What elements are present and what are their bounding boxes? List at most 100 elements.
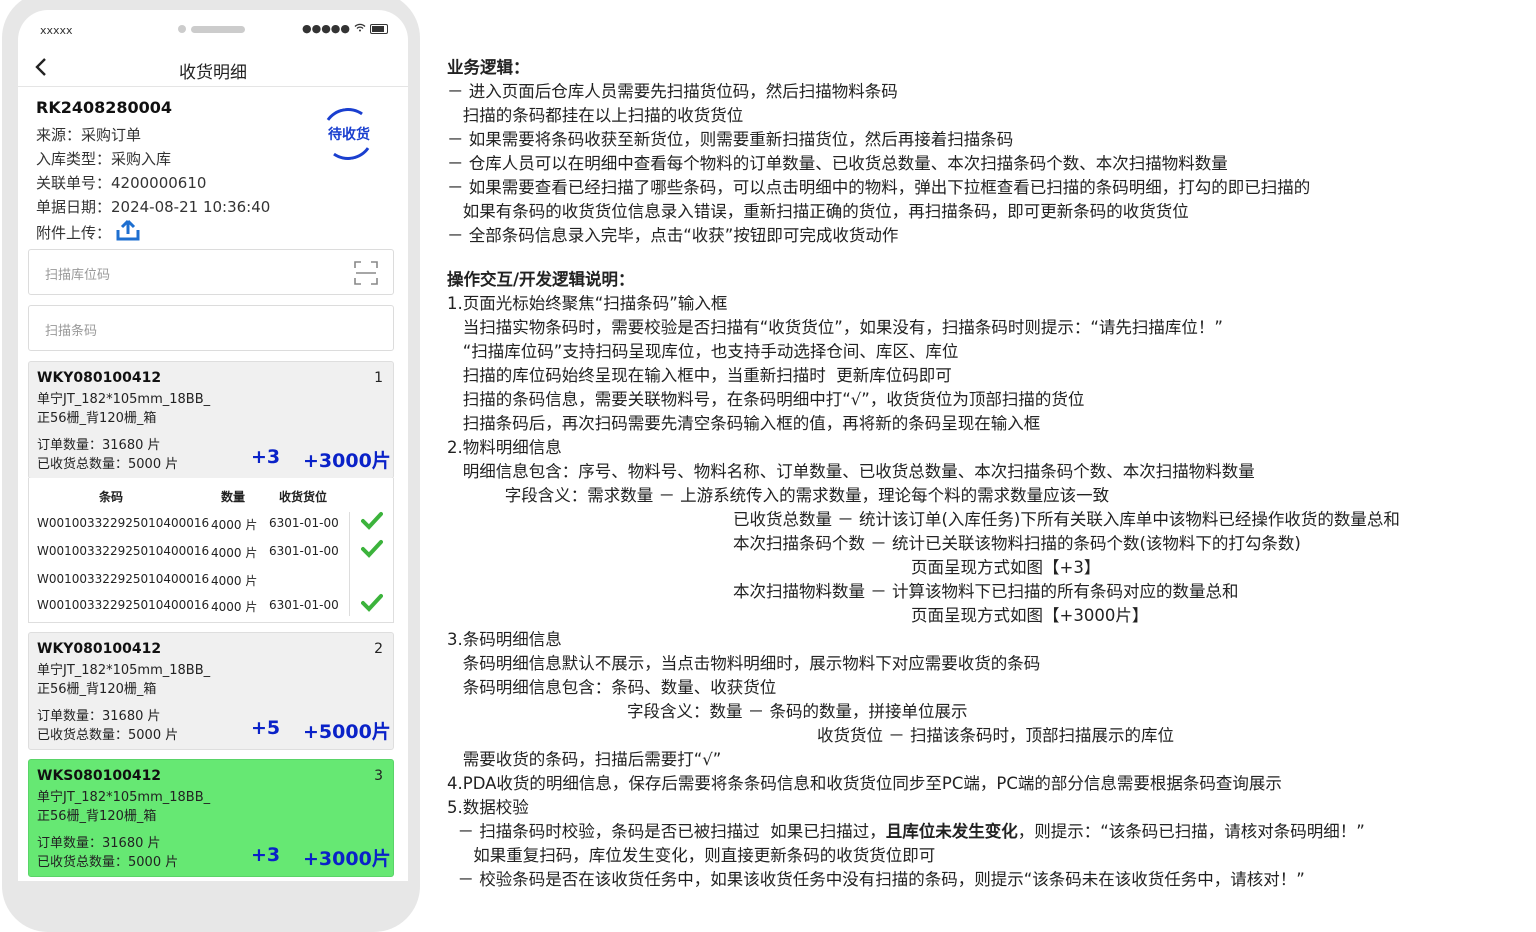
received-qty: 已收货总数量：5000 片	[37, 457, 179, 472]
spec-emphasis: 且库位未发生变化	[885, 822, 1018, 841]
received-qty: 已收货总数量：5000 片	[37, 855, 179, 870]
spec-line: 扫描的条码信息，需要关联物料号，在条码明细中打“√”，收货货位为顶部扫描的货位	[447, 390, 1085, 409]
barcode-cell: W001003322925010400016	[37, 516, 210, 530]
material-name: 单宁JT_182*105mm_18BB_ 正56栅_背120栅_箱	[37, 390, 210, 428]
spec-line: 明细信息包含：序号、物料号、物料名称、订单数量、已收货总数量、本次扫描条码个数、…	[447, 462, 1255, 481]
spec-line: － 全部条码信息录入完毕，点击“收获”按钮即可完成收货动作	[447, 226, 899, 245]
order-qty: 订单数量：31680 片	[37, 709, 161, 724]
spec-line: 字段含义：数量 － 条码的数量，拼接单位展示	[627, 702, 968, 721]
scan-count: +5	[251, 717, 281, 739]
spec-line: 扫描的条码都挂在以上扫描的收货货位	[447, 106, 744, 125]
scan-count: +3	[251, 844, 281, 866]
spec-line: － 如果需要将条码收获至新货位，则需要重新扫描货位，然后再接着扫描条码	[447, 130, 1014, 149]
attachment-label: 附件上传：	[36, 224, 112, 242]
spec-text: ，则提示：“该条码已扫描，请核对条码明细！”	[1017, 822, 1365, 841]
barcode-cell: W001003322925010400016	[37, 598, 210, 612]
upload-icon[interactable]	[115, 219, 141, 248]
material-name-line1: 单宁JT_182*105mm_18BB_	[37, 392, 211, 407]
barcode-scan-placeholder: 扫描条码	[45, 324, 98, 339]
material-name: 单宁JT_182*105mm_18BB_ 正56栅_背120栅_箱	[37, 788, 210, 826]
spec-line: 当扫描实物条码时，需要校验是否扫描有“收货货位”，如果没有，扫描条码时则提示：“…	[447, 318, 1223, 337]
scan-qty: +3000片	[303, 848, 391, 870]
qty-cell: 4000 片	[211, 574, 258, 588]
spec-line: 1.页面光标始终聚焦“扫描条码”输入框	[447, 294, 728, 313]
check-icon	[361, 540, 383, 558]
attachment-row: 附件上传：	[36, 219, 396, 243]
scan-qty: +3000片	[303, 450, 391, 472]
material-name-line2: 正56栅_背120栅_箱	[37, 411, 157, 426]
material-name-line1: 单宁JT_182*105mm_18BB_	[37, 790, 211, 805]
table-row[interactable]: W001003322925010400016 4000 片 6301-01-00	[29, 592, 393, 618]
spec-line: － 进入页面后仓库人员需要先扫描货位码，然后扫描物料条码	[447, 82, 898, 101]
location-scan-input[interactable]: 扫描库位码	[28, 249, 394, 295]
material-code: WKS080100412	[37, 768, 162, 784]
scan-icon[interactable]	[353, 260, 379, 290]
table-row[interactable]: W001003322925010400016 4000 片	[29, 566, 393, 592]
doc-date-field: 单据日期：2024-08-21 10:36:40	[36, 198, 271, 216]
spec-line: 本次扫描条码个数 － 统计已关联该物料扫描的条码个数(该物料下的打勾条数)	[733, 534, 1301, 553]
received-qty: 已收货总数量：5000 片	[37, 728, 179, 743]
qty-cell: 4000 片	[211, 518, 258, 532]
material-code: WKY080100412	[37, 370, 162, 386]
material-card[interactable]: WKY080100412 1 单宁JT_182*105mm_18BB_ 正56栅_…	[28, 361, 394, 479]
scan-count: +3	[251, 446, 281, 468]
carrier-label: xxxxx	[40, 24, 73, 37]
camera-dot	[178, 25, 186, 33]
phone-screen: xxxxx ●●●●● 收货明细 RK2408280004 来源：采购订单 入库…	[18, 10, 408, 881]
location-scan-placeholder: 扫描库位码	[45, 268, 111, 283]
order-qty: 订单数量：31680 片	[37, 438, 161, 453]
speaker-pill	[191, 26, 245, 33]
col-header-barcode: 条码	[99, 490, 124, 504]
material-name-line2: 正56栅_背120栅_箱	[37, 809, 157, 824]
spec-line: 页面呈现方式如图【+3000片】	[911, 606, 1149, 625]
check-icon	[361, 594, 383, 612]
spec-text: － 扫描条码时校验，条码是否已被扫描过 如果已扫描过，	[447, 822, 886, 841]
material-card-highlighted[interactable]: WKS080100412 3 单宁JT_182*105mm_18BB_ 正56栅_…	[28, 759, 394, 877]
material-name-line1: 单宁JT_182*105mm_18BB_	[37, 663, 211, 678]
qty-cell: 4000 片	[211, 600, 258, 614]
material-name-line2: 正56栅_背120栅_箱	[37, 682, 157, 697]
barcode-scan-input[interactable]: 扫描条码	[28, 305, 394, 351]
spec-line: 扫描的库位码始终呈现在输入框中，当重新扫描时 更新库位码即可	[447, 366, 952, 385]
signal-icon: ●●●●●	[302, 22, 350, 35]
spec-line: 条码明细信息默认不展示，当点击物料明细时，展示物料下对应需要收货的条码	[447, 654, 1041, 673]
row-index: 1	[374, 370, 383, 386]
table-row[interactable]: W001003322925010400016 4000 片 6301-01-00	[29, 538, 393, 564]
location-cell: 6301-01-00	[269, 544, 339, 558]
wifi-icon	[354, 22, 366, 35]
spec-line: 条码明细信息包含：条码、数量、收获货位	[447, 678, 777, 697]
status-bar: xxxxx ●●●●●	[18, 10, 408, 50]
page-title: 收货明细	[179, 63, 247, 83]
spec-line: 5.数据校验	[447, 798, 529, 817]
location-cell: 6301-01-00	[269, 598, 339, 612]
spec-line: 本次扫描物料数量 － 计算该物料下已扫描的所有条码对应的数量总和	[733, 582, 1239, 601]
spec-line: 收货货位 － 扫描该条码时，顶部扫描展示的库位	[817, 726, 1174, 745]
status-stamp: 待收货	[328, 127, 370, 143]
status-icons: ●●●●●	[302, 22, 388, 35]
col-header-location: 收货货位	[279, 490, 328, 504]
spec-line: 扫描条码后，再次扫码需要先清空条码输入框的值，再将新的条码呈现在输入框	[447, 414, 1041, 433]
table-row[interactable]: W001003322925010400016 4000 片 6301-01-00	[29, 510, 393, 536]
barcode-cell: W001003322925010400016	[37, 572, 210, 586]
spec-line: 字段含义：需求数量 － 上游系统传入的需求数量，理论每个料的需求数量应该一致	[447, 486, 1110, 505]
scan-qty: +5000片	[303, 721, 391, 743]
material-code: WKY080100412	[37, 641, 162, 657]
check-icon	[361, 512, 383, 530]
col-header-qty: 数量	[221, 490, 246, 504]
spec-line: 需要收货的条码，扫描后需要打“√”	[447, 750, 722, 769]
spec-line: － 仓库人员可以在明细中查看每个物料的订单数量、已收货总数量、本次扫描条码个数、…	[447, 154, 1228, 173]
phone-frame: xxxxx ●●●●● 收货明细 RK2408280004 来源：采购订单 入库…	[2, 0, 420, 932]
spec-line: － 如果需要查看已经扫描了哪些条码，可以点击明细中的物料，弹出下拉框查看已扫描的…	[447, 178, 1311, 197]
qty-cell: 4000 片	[211, 546, 258, 560]
spec-line: 3.条码明细信息	[447, 630, 562, 649]
heading-business-logic: 业务逻辑：	[447, 58, 530, 77]
material-name: 单宁JT_182*105mm_18BB_ 正56栅_背120栅_箱	[37, 661, 210, 699]
spec-line: － 扫描条码时校验，条码是否已被扫描过 如果已扫描过，且库位未发生变化，则提示：…	[447, 820, 1365, 844]
spec-line: 4.PDA收货的明细信息，保存后需要将条条码信息和收货货位同步至PC端，PC端的…	[447, 774, 1282, 793]
row-index: 2	[374, 641, 383, 657]
spec-line: 如果有条码的收货货位信息录入错误，重新扫描正确的货位，再扫描条码，即可更新条码的…	[447, 202, 1189, 221]
related-no-field: 关联单号：4200000610	[36, 174, 207, 192]
spec-line: 如果重复扫码，库位发生变化，则直接更新条码的收货货位即可	[447, 846, 936, 865]
material-card[interactable]: WKY080100412 2 单宁JT_182*105mm_18BB_ 正56栅_…	[28, 632, 394, 750]
spec-line: － 校验条码是否在该收货任务中，如果该收货任务中没有扫描的条码，则提示“该条码未…	[447, 870, 1305, 889]
